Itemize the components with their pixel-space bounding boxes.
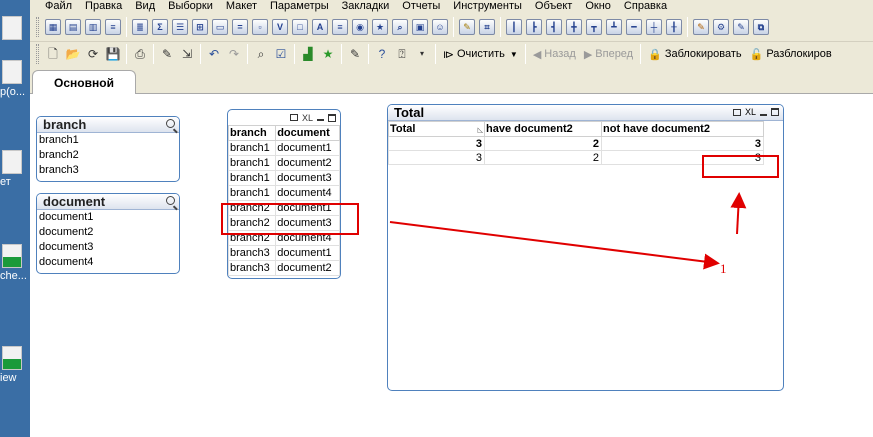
annotation-number: 1 <box>720 261 727 276</box>
annotation-arrow <box>730 192 747 235</box>
annotation-arrows <box>389 192 747 270</box>
annotation-arrow <box>389 221 720 270</box>
